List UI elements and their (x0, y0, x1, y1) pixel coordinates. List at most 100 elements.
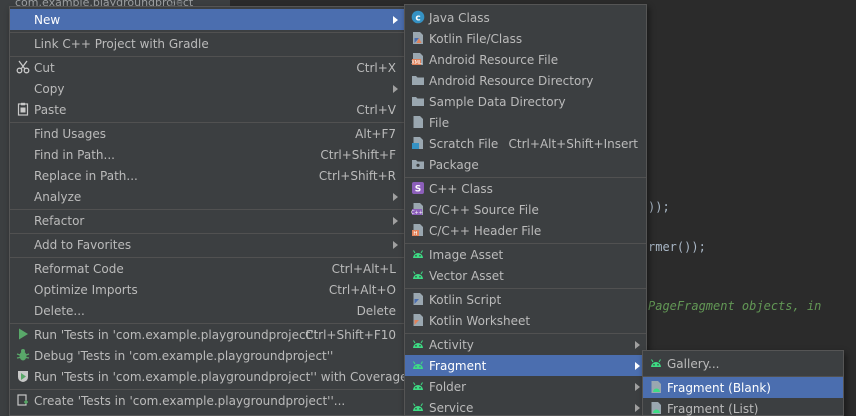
menu-item-shortcut: Ctrl+Shift+F10 (305, 327, 396, 342)
menu-item-run-with-coverage[interactable]: Run 'Tests in 'com.example.playgroundpro… (10, 366, 407, 387)
new-cpp-source-file[interactable]: C++ C/C++ Source File (405, 199, 646, 220)
menu-item-add-to-favorites[interactable]: Add to Favorites (10, 234, 404, 255)
code-comment: PageFragment objects, in (648, 299, 822, 313)
menu-item-label: C/C++ Header File (429, 223, 542, 238)
new-scratch-file[interactable]: Scratch File Ctrl+Alt+Shift+Insert (405, 133, 646, 154)
android-icon (411, 379, 425, 393)
cpp-class-icon: S (411, 181, 425, 195)
menu-item-new[interactable]: New (10, 9, 404, 30)
submenu-arrow-icon (635, 404, 640, 412)
menu-item-reformat-code[interactable]: Reformat Code Ctrl+Alt+L (10, 258, 404, 279)
menu-item-label: Sample Data Directory (429, 94, 566, 109)
cpp-header-icon: H (411, 223, 425, 237)
create-test-icon (16, 393, 30, 407)
menu-item-label: Android Resource Directory (429, 73, 594, 88)
clipboard-icon (16, 102, 30, 116)
menu-item-paste[interactable]: Paste Ctrl+V (10, 99, 404, 120)
menu-item-shortcut: Ctrl+X (356, 60, 396, 75)
fragment-list[interactable]: Fragment (List) (643, 398, 843, 416)
menu-item-label: Vector Asset (429, 268, 504, 283)
menu-item-shortcut: Delete (356, 303, 396, 318)
android-icon (411, 268, 425, 282)
new-android-resource-directory[interactable]: Android Resource Directory (405, 70, 646, 91)
new-fragment[interactable]: Fragment (405, 355, 646, 376)
new-cpp-class[interactable]: S C++ Class (405, 178, 646, 199)
new-package[interactable]: Package (405, 154, 646, 175)
new-android-resource-file[interactable]: XML Android Resource File (405, 49, 646, 70)
menu-item-analyze[interactable]: Analyze (10, 186, 404, 207)
menu-item-label: Scratch File (429, 136, 499, 151)
new-image-asset[interactable]: Image Asset (405, 244, 646, 265)
menu-item-find-usages[interactable]: Find Usages Alt+F7 (10, 123, 404, 144)
menu-item-debug-tests[interactable]: Debug 'Tests in 'com.example.playgroundp… (10, 345, 404, 366)
menu-item-optimize-imports[interactable]: Optimize Imports Ctrl+Alt+O (10, 279, 404, 300)
menu-item-label: Reformat Code (34, 261, 124, 276)
new-java-class[interactable]: c Java Class (405, 7, 646, 28)
android-icon (411, 247, 425, 261)
new-kotlin-file-class[interactable]: Kotlin File/Class (405, 28, 646, 49)
submenu-arrow-icon (393, 217, 398, 225)
new-activity[interactable]: Activity (405, 334, 646, 355)
fragment-blank[interactable]: Fragment (Blank) (643, 377, 843, 398)
menu-item-refactor[interactable]: Refactor (10, 210, 404, 231)
submenu-arrow-icon (393, 16, 398, 24)
submenu-arrow-icon (393, 193, 398, 201)
menu-item-copy[interactable]: Copy (10, 78, 404, 99)
menu-item-label: C++ Class (429, 181, 493, 196)
new-vector-asset[interactable]: Vector Asset (405, 265, 646, 286)
android-file-icon (649, 380, 663, 394)
submenu-arrow-icon (393, 85, 398, 93)
new-cpp-header-file[interactable]: H C/C++ Header File (405, 220, 646, 241)
code-line: rmer()); (648, 240, 706, 254)
new-kotlin-script[interactable]: Kotlin Script (405, 289, 646, 310)
fragment-gallery[interactable]: Gallery... (643, 353, 843, 374)
kotlin-file-icon (411, 31, 425, 45)
menu-item-label: File (429, 115, 450, 130)
menu-item-label: New (34, 12, 61, 27)
submenu-arrow-icon (635, 341, 640, 349)
menu-item-label: C/C++ Source File (429, 202, 539, 217)
menu-item-label: Refactor (34, 213, 85, 228)
menu-item-cut[interactable]: Cut Ctrl+X (10, 57, 404, 78)
project-tree-strip (0, 0, 9, 416)
android-icon (411, 358, 425, 372)
menu-item-label: Gallery... (667, 356, 720, 371)
menu-item-label: Delete... (34, 303, 85, 318)
menu-item-find-in-path[interactable]: Find in Path... Ctrl+Shift+F (10, 144, 404, 165)
submenu-arrow-icon (635, 383, 640, 391)
new-folder[interactable]: Folder (405, 376, 646, 397)
menu-item-run-tests[interactable]: Run 'Tests in 'com.example.playgroundpro… (10, 324, 404, 345)
menu-item-label: Create 'Tests in 'com.example.playground… (34, 393, 346, 408)
new-sample-data-directory[interactable]: Sample Data Directory (405, 91, 646, 112)
new-file[interactable]: File (405, 112, 646, 133)
debug-icon (16, 348, 30, 362)
android-file-icon (649, 401, 663, 415)
cpp-source-icon: C++ (411, 202, 425, 216)
menu-item-label: Java Class (429, 10, 490, 25)
menu-item-label: Run 'Tests in 'com.example.playgroundpro… (34, 327, 317, 342)
menu-item-label: Add to Favorites (34, 237, 132, 252)
menu-item-label: Kotlin Worksheet (429, 313, 531, 328)
menu-item-label: Activity (429, 337, 474, 352)
android-resource-file-icon: XML (411, 52, 425, 66)
submenu-arrow-icon (393, 241, 398, 249)
menu-item-shortcut: Alt+F7 (355, 126, 396, 141)
context-menu: New Link C++ Project with Gradle Cut Ctr… (9, 6, 407, 416)
folder-icon (411, 94, 425, 108)
menu-item-replace-in-path[interactable]: Replace in Path... Ctrl+Shift+R (10, 165, 404, 186)
menu-item-create-tests[interactable]: Create 'Tests in 'com.example.playground… (10, 390, 404, 411)
menu-item-link-cpp-project[interactable]: Link C++ Project with Gradle (10, 33, 404, 54)
menu-item-label: Analyze (34, 189, 82, 204)
menu-item-label: Folder (429, 379, 467, 394)
menu-item-shortcut: Ctrl+Alt+Shift+Insert (508, 136, 638, 151)
new-kotlin-worksheet[interactable]: Kotlin Worksheet (405, 310, 646, 331)
menu-item-label: Debug 'Tests in 'com.example.playgroundp… (34, 348, 334, 363)
new-service[interactable]: Service (405, 397, 646, 416)
menu-item-label: Kotlin Script (429, 292, 502, 307)
menu-item-delete[interactable]: Delete... Delete (10, 300, 404, 321)
kotlin-script-icon (411, 292, 425, 306)
kotlin-worksheet-icon (411, 313, 425, 327)
file-icon (411, 115, 425, 129)
menu-item-label: Paste (34, 102, 67, 117)
menu-item-shortcut: Ctrl+Shift+R (318, 168, 396, 183)
